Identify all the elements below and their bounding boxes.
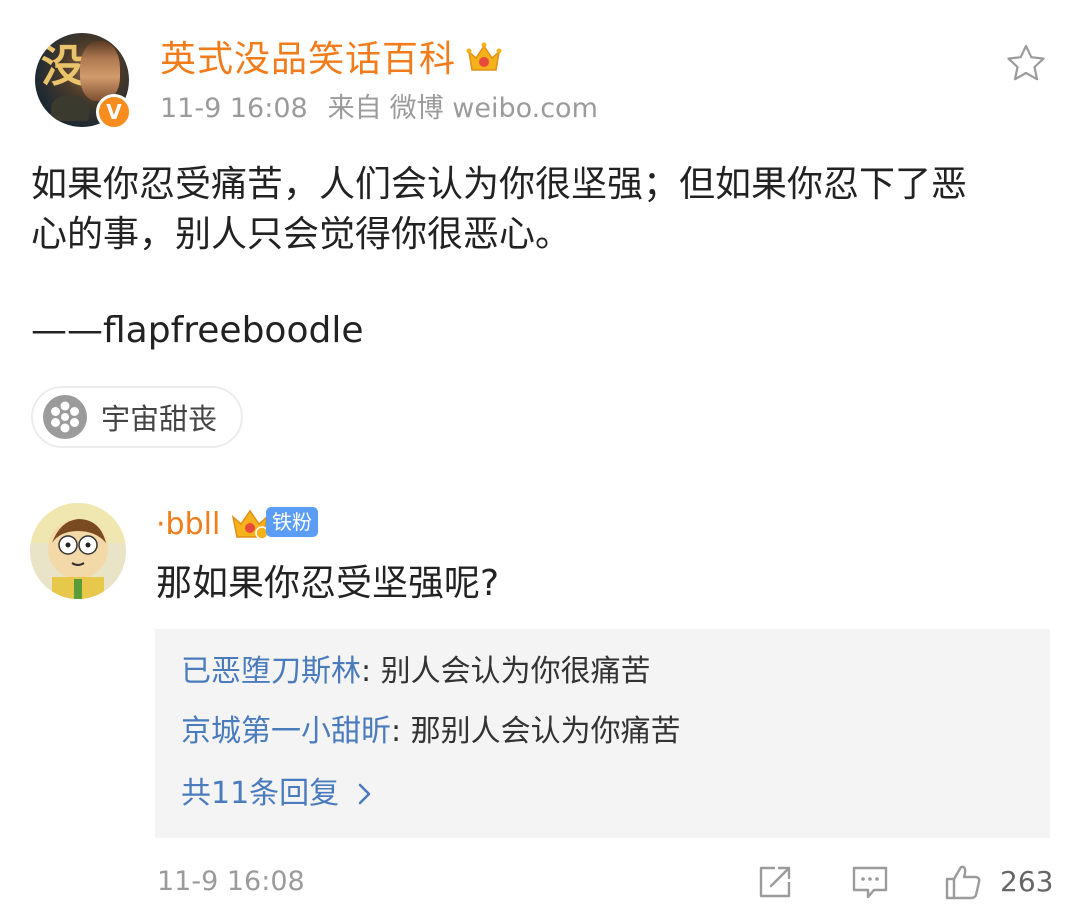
post-source: 微博 weibo.com bbox=[389, 93, 598, 124]
comment-icon[interactable] bbox=[850, 862, 890, 902]
comment-time: 11-9 16:08 bbox=[157, 866, 305, 897]
avatar-helmet-image bbox=[51, 95, 89, 121]
topic-chip[interactable]: 宇宙甜丧 bbox=[31, 386, 244, 448]
like-count: 263 bbox=[1000, 865, 1054, 898]
commenter-name[interactable]: ·bbll bbox=[156, 505, 220, 545]
more-replies-label: 共11条回复 bbox=[181, 776, 340, 811]
avatar-face-image bbox=[80, 41, 120, 101]
post-time: 11-9 16:08 bbox=[160, 93, 308, 124]
chevron-right-icon bbox=[358, 783, 371, 805]
avatar-glyph: 没 bbox=[41, 41, 85, 92]
fan-level-badge: 铁粉 bbox=[266, 507, 318, 537]
reply-author[interactable]: 京城第一小甜昕 bbox=[181, 714, 391, 749]
reply-item[interactable]: 已恶堕刀斯林: 别人会认为你很痛苦 bbox=[181, 652, 651, 692]
post-meta: 11-9 16:08 来自 微博 weibo.com bbox=[160, 92, 618, 126]
thumbs-up-icon[interactable] bbox=[943, 862, 983, 902]
reply-item[interactable]: 京城第一小甜昕: 那别人会认为你痛苦 bbox=[181, 712, 681, 752]
vip-crown-icon bbox=[466, 42, 502, 71]
topic-flower-icon bbox=[43, 395, 87, 439]
post-text-line: 如果你忍受痛苦，人们会认为你很坚强；但如果你忍下了恶 bbox=[31, 164, 968, 205]
post-signature: ——flapfreeboodle bbox=[31, 310, 364, 351]
verified-badge-icon: V bbox=[96, 94, 132, 130]
comment-text: 那如果你忍受坚强呢? bbox=[156, 563, 500, 604]
reply-text: : 别人会认为你很痛苦 bbox=[361, 654, 651, 689]
reply-author[interactable]: 已恶堕刀斯林 bbox=[181, 654, 361, 689]
post-text-line: 心的事，别人只会觉得你很恶心。 bbox=[31, 214, 572, 255]
post-author-name[interactable]: 英式没品笑话百科 bbox=[160, 38, 456, 82]
star-outline-icon[interactable] bbox=[1004, 42, 1048, 86]
post-source-prefix: 来自 bbox=[327, 93, 382, 124]
post-body: 如果你忍受痛苦，人们会认为你很坚强；但如果你忍下了恶 心的事，别人只会觉得你很恶… bbox=[31, 160, 1041, 356]
share-icon[interactable] bbox=[755, 862, 795, 902]
reply-text: : 那别人会认为你痛苦 bbox=[391, 714, 681, 749]
more-replies-link[interactable]: 共11条回复 bbox=[181, 774, 373, 814]
topic-label: 宇宙甜丧 bbox=[101, 402, 218, 436]
vip-crown-icon bbox=[231, 509, 269, 540]
commenter-avatar[interactable] bbox=[30, 503, 126, 599]
